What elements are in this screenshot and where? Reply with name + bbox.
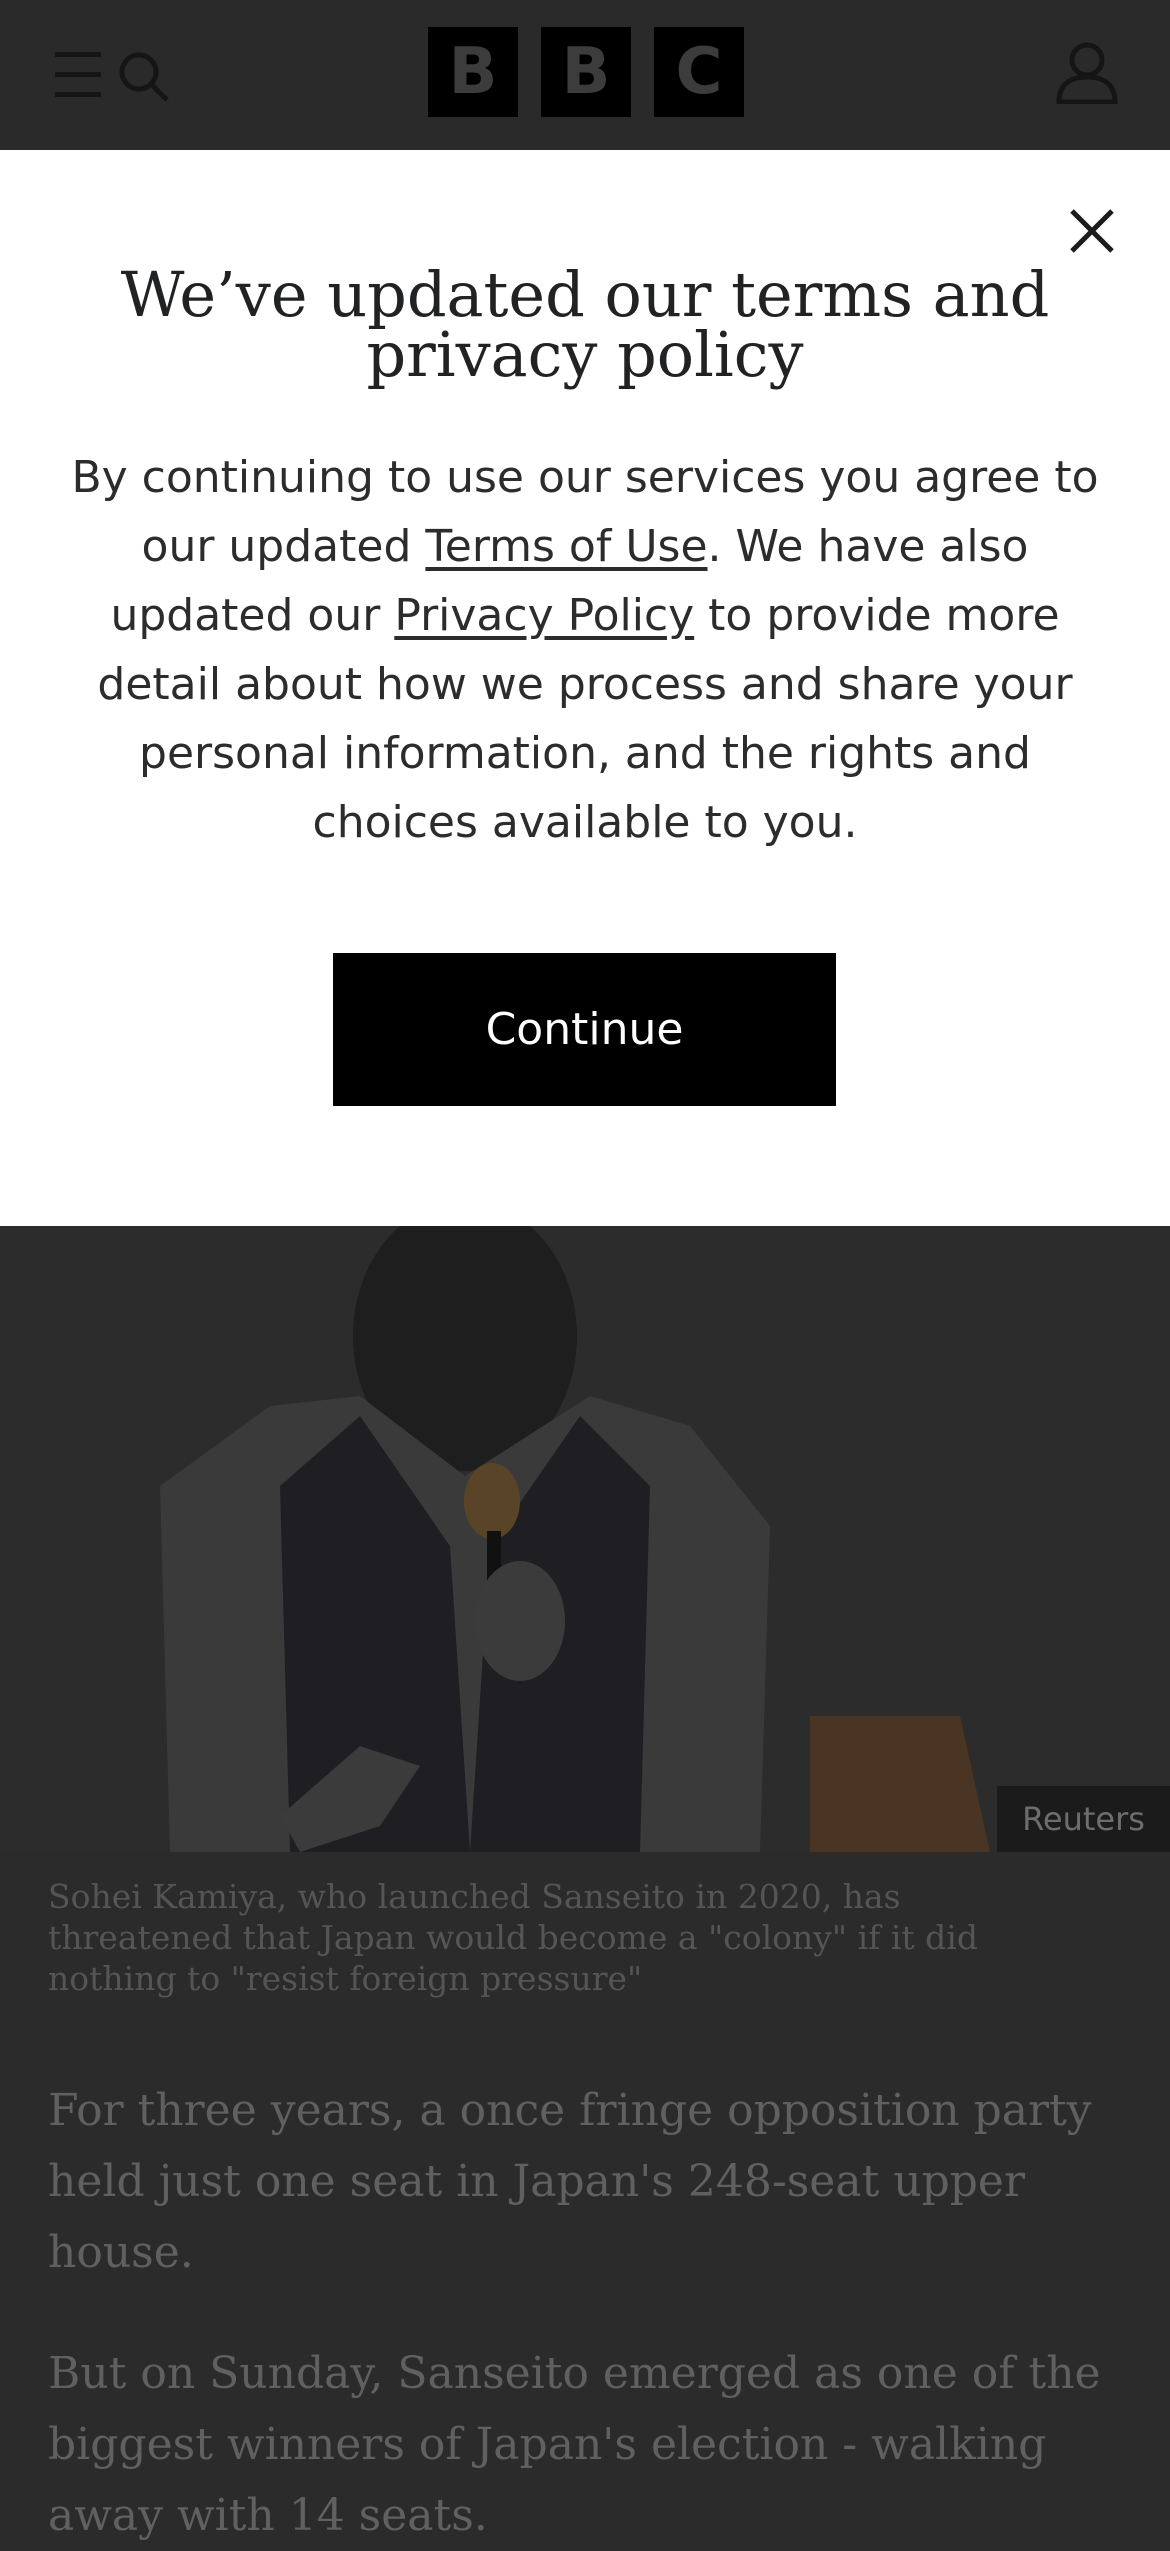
- modal-body-text: By continuing to use our services you ag…: [50, 443, 1120, 857]
- logo-letter: B: [541, 27, 631, 117]
- privacy-policy-link[interactable]: Privacy Policy: [394, 590, 694, 641]
- top-header: B B C: [0, 0, 1170, 150]
- modal-title: We’ve updated our terms and privacy poli…: [120, 258, 1050, 391]
- terms-of-use-link[interactable]: Terms of Use: [425, 521, 707, 572]
- image-caption: Sohei Kamiya, who launched Sanseito in 2…: [48, 1877, 978, 1998]
- account-icon[interactable]: [1055, 40, 1119, 104]
- bbc-logo[interactable]: B B C: [428, 27, 744, 117]
- logo-letter: B: [428, 27, 518, 117]
- article-paragraph: For three years, a once fringe oppositio…: [48, 2085, 1092, 2278]
- image-credit-badge: Reuters: [997, 1786, 1170, 1852]
- close-icon[interactable]: [1066, 205, 1118, 257]
- speaker-photo: [0, 1226, 1170, 1852]
- continue-button[interactable]: Continue: [333, 953, 836, 1106]
- article-paragraph: But on Sunday, Sanseito emerged as one o…: [48, 2348, 1101, 2541]
- article-image: [0, 1226, 1170, 1852]
- logo-letter: C: [654, 27, 744, 117]
- menu-search-icon[interactable]: [55, 48, 175, 102]
